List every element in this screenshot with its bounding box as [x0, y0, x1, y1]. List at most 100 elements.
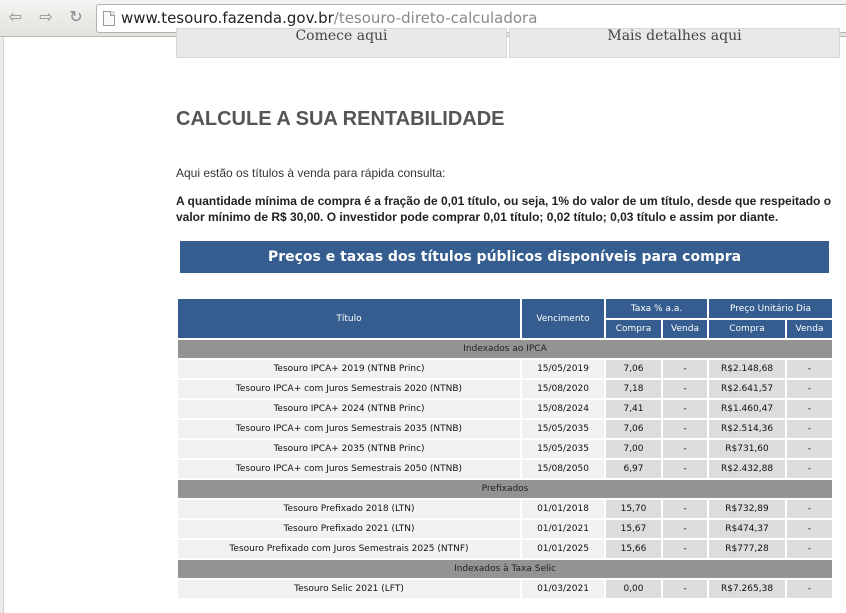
cell-taxa-venda: -	[663, 580, 708, 598]
group-label: Indexados à Taxa Selic	[178, 560, 833, 578]
header-vencimento: Vencimento	[522, 299, 604, 338]
cell-taxa-venda: -	[663, 460, 708, 478]
header-preco: Preço Unitário Dia	[709, 299, 833, 319]
cell-preco-compra: R$474,37	[709, 520, 786, 538]
table-row: Tesouro IPCA+ 2024 (NTNB Princ) 15/08/202…	[178, 400, 833, 418]
cell-titulo: Tesouro IPCA+ com Juros Semestrais 2050 …	[178, 460, 520, 478]
cell-vencimento: 15/08/2050	[522, 460, 604, 478]
group-row: Prefixados	[178, 480, 833, 498]
cell-titulo: Tesouro Prefixado 2018 (LTN)	[178, 500, 520, 518]
cell-preco-venda: -	[787, 520, 833, 538]
cell-taxa-venda: -	[663, 440, 708, 458]
cell-preco-venda: -	[787, 460, 833, 478]
cell-preco-venda: -	[787, 400, 833, 418]
cell-titulo: Tesouro IPCA+ com Juros Semestrais 2020 …	[178, 380, 520, 398]
cell-vencimento: 15/08/2020	[522, 380, 604, 398]
cell-vencimento: 01/01/2025	[522, 540, 604, 558]
header-preco-compra: Compra	[709, 320, 786, 338]
cell-titulo: Tesouro Selic 2021 (LFT)	[178, 580, 520, 598]
cell-vencimento: 15/08/2024	[522, 400, 604, 418]
cell-preco-compra: R$731,60	[709, 440, 786, 458]
back-arrow-icon[interactable]: ⇨	[4, 6, 26, 28]
url-text[interactable]: www.tesouro.fazenda.gov.br/tesouro-diret…	[121, 9, 537, 27]
cell-preco-venda: -	[787, 380, 833, 398]
cell-preco-venda: -	[787, 440, 833, 458]
group-row: Indexados ao IPCA	[178, 340, 833, 358]
table-banner: Preços e taxas dos títulos públicos disp…	[180, 241, 829, 273]
table-row: Tesouro IPCA+ com Juros Semestrais 2020 …	[178, 380, 833, 398]
cell-vencimento: 01/01/2018	[522, 500, 604, 518]
cell-vencimento: 01/03/2021	[522, 580, 604, 598]
header-taxa-venda: Venda	[663, 320, 708, 338]
more-details-button[interactable]: Mais detalhes aqui	[509, 28, 840, 58]
table-row: Tesouro Prefixado 2018 (LTN) 01/01/2018 15…	[178, 500, 833, 518]
cell-preco-compra: R$7.265,38	[709, 580, 786, 598]
cell-vencimento: 15/05/2019	[522, 360, 604, 378]
cell-taxa-compra: 6,97	[606, 460, 661, 478]
cell-titulo: Tesouro IPCA+ 2035 (NTNB Princ)	[178, 440, 520, 458]
table-row: Tesouro Prefixado 2021 (LTN) 01/01/2021 15…	[178, 520, 833, 538]
start-here-button[interactable]: Comece aqui	[176, 28, 507, 58]
cell-taxa-venda: -	[663, 380, 708, 398]
cell-preco-venda: -	[787, 540, 833, 558]
cell-taxa-compra: 15,66	[606, 540, 661, 558]
cell-taxa-compra: 0,00	[606, 580, 661, 598]
url-path: /tesouro-direto-calculadora	[333, 9, 538, 27]
cell-taxa-compra: 7,00	[606, 440, 661, 458]
table-row: Tesouro IPCA+ com Juros Semestrais 2050 …	[178, 460, 833, 478]
cell-taxa-compra: 7,06	[606, 360, 661, 378]
cell-preco-compra: R$2.641,57	[709, 380, 786, 398]
cell-titulo: Tesouro Prefixado com Juros Semestrais 2…	[178, 540, 520, 558]
left-gutter	[0, 37, 4, 613]
group-label: Indexados ao IPCA	[178, 340, 833, 358]
cell-preco-venda: -	[787, 360, 833, 378]
cell-preco-compra: R$2.432,88	[709, 460, 786, 478]
cell-vencimento: 01/01/2021	[522, 520, 604, 538]
cell-taxa-compra: 15,67	[606, 520, 661, 538]
cell-taxa-compra: 7,41	[606, 400, 661, 418]
cell-vencimento: 15/05/2035	[522, 420, 604, 438]
url-host: www.tesouro.fazenda.gov.br	[121, 9, 334, 27]
cell-preco-compra: R$732,89	[709, 500, 786, 518]
cell-preco-compra: R$1.460,47	[709, 400, 786, 418]
header-taxa: Taxa % a.a.	[606, 299, 708, 319]
forward-arrow-icon[interactable]: ⇨	[35, 6, 57, 28]
cell-preco-compra: R$777,28	[709, 540, 786, 558]
cell-taxa-compra: 7,18	[606, 380, 661, 398]
cell-preco-compra: R$2.148,68	[709, 360, 786, 378]
rates-body: Indexados ao IPCA Tesouro IPCA+ 2019 (NTN…	[178, 340, 833, 598]
page-icon	[103, 11, 115, 26]
table-row: Tesouro Prefixado com Juros Semestrais 2…	[178, 540, 833, 558]
group-label: Prefixados	[178, 480, 833, 498]
cell-taxa-venda: -	[663, 360, 708, 378]
cell-titulo: Tesouro IPCA+ 2024 (NTNB Princ)	[178, 400, 520, 418]
rates-table: Título Vencimento Taxa % a.a. Preço Unit…	[176, 297, 834, 600]
cell-taxa-venda: -	[663, 520, 708, 538]
cell-preco-venda: -	[787, 420, 833, 438]
cell-taxa-venda: -	[663, 540, 708, 558]
table-row: Tesouro IPCA+ com Juros Semestrais 2035 …	[178, 420, 833, 438]
minimum-purchase-note: A quantidade mínima de compra é a fração…	[176, 194, 832, 224]
start-here-label: Comece aqui	[295, 28, 388, 44]
cell-taxa-venda: -	[663, 420, 708, 438]
cell-taxa-venda: -	[663, 400, 708, 418]
cell-preco-compra: R$2.514,36	[709, 420, 786, 438]
header-taxa-compra: Compra	[606, 320, 661, 338]
reload-icon[interactable]: ↻	[65, 6, 87, 28]
cell-titulo: Tesouro Prefixado 2021 (LTN)	[178, 520, 520, 538]
page-title: CALCULE A SUA RENTABILIDADE	[176, 108, 505, 130]
cell-titulo: Tesouro IPCA+ com Juros Semestrais 2035 …	[178, 420, 520, 438]
cell-preco-venda: -	[787, 500, 833, 518]
cell-preco-venda: -	[787, 580, 833, 598]
table-row: Tesouro Selic 2021 (LFT) 01/03/2021 0,00- R…	[178, 580, 833, 598]
header-titulo: Título	[178, 299, 520, 338]
cell-taxa-venda: -	[663, 500, 708, 518]
cell-vencimento: 15/05/2035	[522, 440, 604, 458]
group-row: Indexados à Taxa Selic	[178, 560, 833, 578]
cell-titulo: Tesouro IPCA+ 2019 (NTNB Princ)	[178, 360, 520, 378]
more-details-label: Mais detalhes aqui	[607, 28, 742, 44]
header-preco-venda: Venda	[787, 320, 833, 338]
cell-taxa-compra: 15,70	[606, 500, 661, 518]
table-row: Tesouro IPCA+ 2019 (NTNB Princ) 15/05/201…	[178, 360, 833, 378]
table-row: Tesouro IPCA+ 2035 (NTNB Princ) 15/05/203…	[178, 440, 833, 458]
